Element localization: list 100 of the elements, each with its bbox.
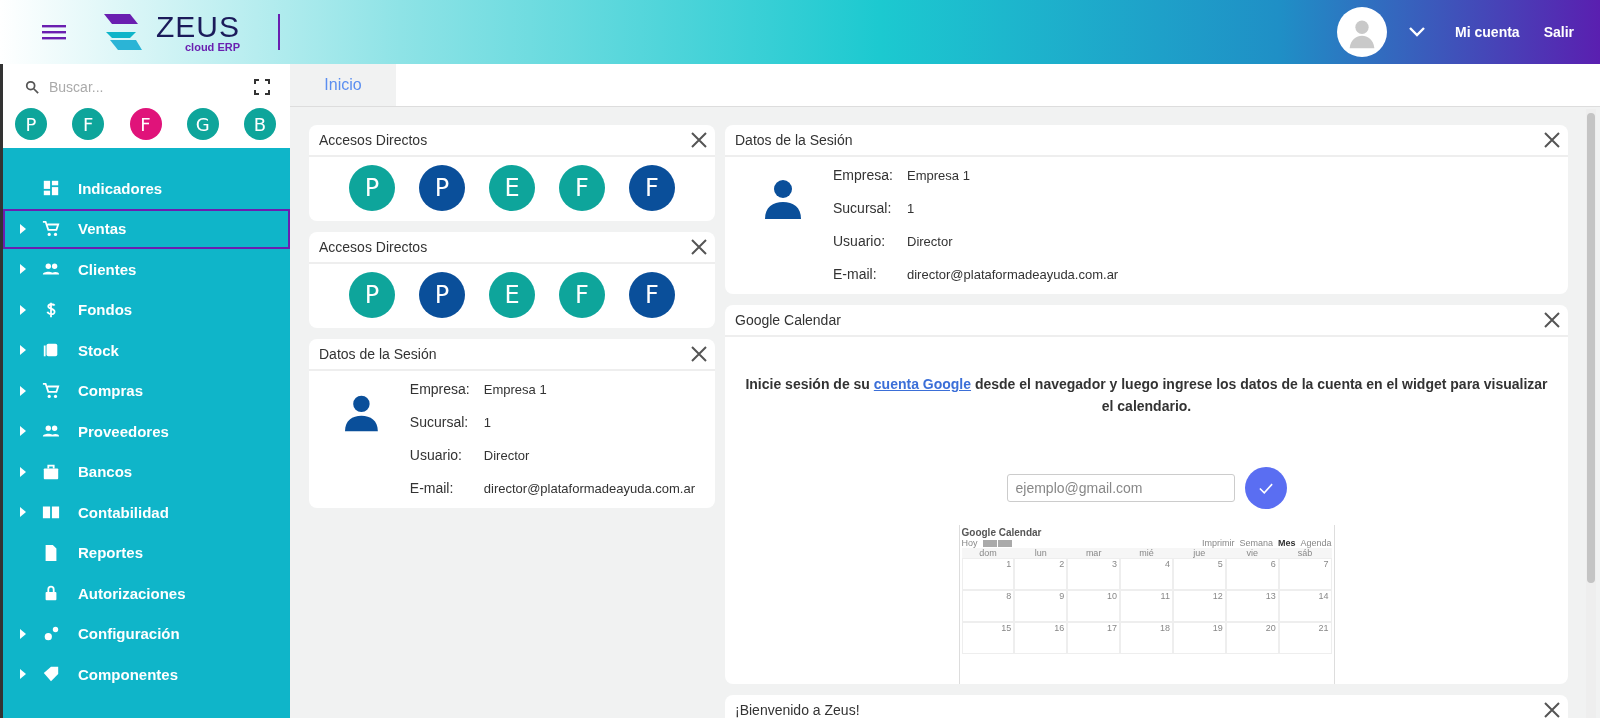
day-cell: 1 [961, 558, 1015, 590]
user-icon [765, 179, 801, 219]
caret-icon [20, 628, 26, 639]
avatar[interactable] [1337, 7, 1388, 57]
shortcut-button[interactable]: F [559, 272, 605, 318]
day-cell: 12 [1172, 590, 1226, 622]
menu-item-icon [42, 219, 60, 238]
day-cell: 21 [1278, 622, 1332, 654]
sidebar-item[interactable]: Clientes [3, 249, 290, 290]
field-value: Director [483, 447, 531, 463]
day-cell: 15 [961, 622, 1015, 654]
close-icon[interactable] [1544, 132, 1560, 148]
sidebar-item[interactable]: Proveedores [3, 411, 290, 452]
caret-icon [20, 264, 26, 275]
card-title: Datos de la Sesión [319, 346, 437, 362]
sidebar-item[interactable]: Bancos [3, 451, 290, 492]
favorite-shortcut[interactable]: F [72, 108, 105, 140]
caret-icon [20, 385, 26, 396]
menu-icon[interactable] [42, 23, 66, 41]
field-value: director@plataformadeayuda.com.ar [907, 266, 1119, 282]
close-icon[interactable] [1544, 702, 1560, 718]
field-label: Sucursal: [409, 414, 470, 430]
sidebar-item[interactable]: Ventas [3, 208, 290, 249]
shortcut-button[interactable]: P [349, 272, 395, 318]
day-cell: 20 [1225, 622, 1279, 654]
account-link[interactable]: Mi cuenta [1455, 24, 1520, 40]
shortcut-button[interactable]: P [419, 272, 465, 318]
day-cell: 6 [1225, 558, 1279, 590]
email-field[interactable]: ejemplo@gmail.com [1006, 474, 1235, 502]
close-icon[interactable] [691, 346, 707, 362]
field-label: E-mail: [409, 480, 455, 496]
day-cell: 7 [1278, 558, 1332, 590]
confirm-button[interactable] [1244, 467, 1287, 509]
shortcut-button[interactable]: F [629, 272, 675, 318]
menu-item-icon [42, 381, 60, 400]
sidebar-item[interactable]: Reportes [3, 532, 290, 573]
close-icon[interactable] [1544, 312, 1560, 328]
shortcut-button[interactable]: E [489, 165, 535, 211]
tab[interactable]: Inicio [290, 64, 396, 106]
shortcut-button[interactable]: F [559, 165, 605, 211]
field-label: Usuario: [833, 233, 887, 249]
fullscreen-icon[interactable] [254, 79, 270, 95]
menu-item-icon [42, 665, 60, 684]
field-value: Empresa 1 [483, 381, 548, 397]
day-cell: 2 [1014, 558, 1068, 590]
sidebar-item[interactable]: Configuración [3, 613, 290, 654]
print-label: Imprimir [1201, 538, 1235, 548]
search-icon [25, 80, 39, 94]
chevron-down-icon[interactable] [1409, 27, 1426, 37]
field-value: 1 [483, 414, 493, 430]
close-icon[interactable] [691, 132, 707, 148]
caret-icon [20, 669, 26, 680]
caret-icon [20, 223, 26, 234]
view-option: Agenda [1300, 538, 1332, 548]
view-option: Mes [1277, 538, 1296, 548]
favorite-shortcut[interactable]: B [244, 108, 276, 140]
day-cell: 5 [1172, 558, 1226, 590]
field-label: Sucursal: [833, 200, 893, 216]
sidebar-item[interactable]: Stock [3, 330, 290, 371]
weekday-label: jue [1172, 548, 1226, 558]
day-cell: 9 [1014, 590, 1068, 622]
sidebar-item[interactable]: Componentes [3, 654, 290, 695]
day-cell: 17 [1067, 622, 1121, 654]
card-title: Google Calendar [735, 312, 841, 328]
logo-subtitle: cloud ERP [185, 41, 240, 53]
calendar-preview-title: Google Calendar [961, 527, 1043, 538]
shortcut-button[interactable]: F [629, 165, 675, 211]
caret-icon [20, 345, 26, 356]
weekday-label: lun [1014, 548, 1068, 558]
field-label: Usuario: [409, 447, 463, 463]
day-cell: 8 [961, 590, 1015, 622]
weekday-label: vie [1225, 548, 1279, 558]
field-label: Empresa: [833, 167, 894, 183]
day-cell: 10 [1067, 590, 1121, 622]
weekday-label: dom [961, 548, 1015, 558]
shortcut-button[interactable]: E [489, 272, 535, 318]
day-cell: 13 [1225, 590, 1279, 622]
day-cell: 4 [1120, 558, 1173, 590]
user-icon [345, 393, 378, 433]
shortcut-button[interactable]: P [349, 165, 395, 211]
sidebar-item[interactable]: Compras [3, 370, 290, 411]
google-account-link[interactable]: cuenta Google [873, 376, 972, 392]
favorite-shortcut[interactable]: P [15, 108, 47, 140]
scrollbar[interactable] [1586, 109, 1596, 718]
sidebar-item[interactable]: Contabilidad [3, 492, 290, 533]
sidebar-item[interactable]: Indicadores [3, 168, 290, 209]
card-title: Datos de la Sesión [735, 132, 853, 148]
sidebar-item[interactable]: Fondos [3, 289, 290, 330]
field-value: 1 [907, 200, 916, 216]
menu-item-icon [42, 624, 60, 643]
favorite-shortcut[interactable]: F [129, 108, 162, 140]
weekday-label: mié [1120, 548, 1173, 558]
favorite-shortcut[interactable]: G [186, 108, 219, 140]
close-icon[interactable] [691, 239, 707, 255]
sidebar-item[interactable]: Autorizaciones [3, 573, 290, 614]
logout-link[interactable]: Salir [1543, 24, 1574, 40]
caret-icon [20, 507, 26, 518]
menu-item-icon [42, 179, 60, 198]
day-cell: 18 [1120, 622, 1173, 654]
shortcut-button[interactable]: P [419, 165, 465, 211]
